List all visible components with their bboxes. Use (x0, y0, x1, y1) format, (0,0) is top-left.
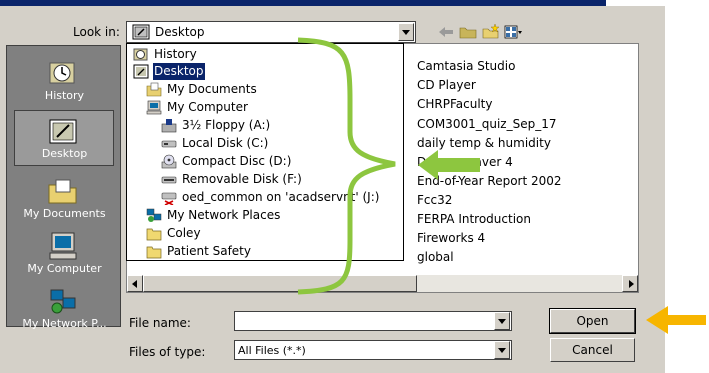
desktop-icon (49, 119, 77, 144)
place-my-documents[interactable]: My Documents (7, 170, 122, 226)
my-documents-icon (146, 82, 162, 97)
folder-icon (146, 228, 162, 241)
list-item[interactable]: Fcc32 (417, 193, 452, 207)
files-of-type-label: Files of type: (129, 345, 206, 359)
files-of-type-dropdown-button[interactable] (494, 341, 510, 359)
local-disk-icon (161, 140, 177, 148)
places-bar: History Desktop My Documents My Computer… (6, 45, 122, 330)
dropdown-item-label: Coley (167, 226, 201, 240)
folder-icon (146, 246, 162, 259)
files-of-type-select[interactable]: All Files (*.*) (234, 340, 512, 360)
open-file-dialog: Look in: Desktop History Desktop My Docu… (0, 0, 665, 373)
horizontal-scrollbar[interactable] (127, 275, 638, 292)
title-bar-edge (0, 0, 665, 6)
my-documents-icon (48, 179, 77, 204)
cancel-button[interactable]: Cancel (550, 338, 635, 362)
dropdown-item-label: History (154, 47, 197, 61)
dropdown-item-label: Patient Safety (167, 244, 251, 258)
cd-icon (161, 154, 177, 169)
list-item[interactable]: FERPA Introduction (417, 212, 531, 226)
my-computer-icon (146, 100, 162, 115)
new-folder-icon[interactable] (481, 23, 501, 41)
place-history[interactable]: History (7, 52, 122, 108)
network-places-icon (50, 289, 76, 314)
list-item[interactable]: daily temp & humidity (417, 136, 551, 150)
dropdown-item-label: Local Disk (C:) (182, 136, 269, 150)
scroll-thumb[interactable] (143, 275, 417, 292)
desktop-icon (133, 64, 149, 79)
list-item[interactable]: COM3001_quiz_Sep_17 (417, 117, 556, 131)
list-item[interactable]: global (417, 250, 454, 264)
look-in-dropdown-button[interactable] (398, 23, 414, 41)
place-label: History (44, 89, 85, 102)
place-label: My Documents (23, 207, 106, 220)
file-name-dropdown-button[interactable] (494, 312, 510, 330)
list-item[interactable]: Fireworks 4 (417, 231, 485, 245)
place-my-computer[interactable]: My Computer (7, 225, 122, 281)
dropdown-item-label: Removable Disk (F:) (182, 172, 302, 186)
dropdown-item-label: oed_common on 'acadservnt' (J:) (182, 190, 380, 204)
files-of-type-value: All Files (*.*) (238, 344, 306, 357)
place-label: My Network P... (22, 317, 107, 330)
history-icon (49, 62, 75, 84)
desktop-icon (132, 24, 150, 40)
view-menu-icon[interactable] (503, 23, 523, 41)
place-desktop[interactable]: Desktop (7, 110, 122, 166)
back-arrow-icon[interactable] (436, 23, 456, 41)
dropdown-item-label: Desktop (153, 63, 205, 80)
list-item[interactable]: CHRPFaculty (417, 97, 492, 111)
list-item[interactable]: Dreamweaver 4 (417, 155, 513, 169)
file-name-field[interactable] (234, 311, 512, 331)
dropdown-item-label: My Computer (167, 100, 248, 114)
list-item[interactable]: Camtasia Studio (417, 59, 515, 73)
network-drive-icon (161, 192, 177, 205)
my-computer-icon (49, 232, 77, 260)
list-item[interactable]: CD Player (417, 78, 476, 92)
dropdown-item-label: My Documents (167, 82, 257, 96)
place-label: Desktop (41, 147, 88, 160)
dropdown-item-label: 3½ Floppy (A:) (182, 118, 271, 132)
place-my-network-places[interactable]: My Network P... (7, 280, 122, 336)
network-places-icon (146, 208, 162, 222)
dropdown-item-label: Compact Disc (D:) (182, 154, 292, 168)
file-name-label: File name: (129, 316, 191, 330)
look-in-value: Desktop (155, 25, 205, 39)
up-folder-icon[interactable] (458, 23, 478, 41)
look-in-dropdown-list[interactable]: History Desktop My Documents My Computer… (126, 43, 404, 261)
look-in-combo[interactable]: Desktop (126, 21, 416, 43)
list-item[interactable]: End-of-Year Report 2002 (417, 174, 562, 188)
history-icon (133, 48, 148, 61)
removable-disk-icon (161, 176, 177, 184)
title-bar-gap (606, 0, 665, 6)
dropdown-item-label: My Network Places (167, 208, 281, 222)
floppy-icon (161, 119, 177, 133)
scroll-left-arrow-icon[interactable] (127, 275, 143, 292)
open-button[interactable]: Open (549, 308, 636, 334)
look-in-label: Look in: (73, 25, 120, 39)
scroll-right-arrow-icon[interactable] (622, 275, 638, 292)
place-label: My Computer (27, 262, 102, 275)
